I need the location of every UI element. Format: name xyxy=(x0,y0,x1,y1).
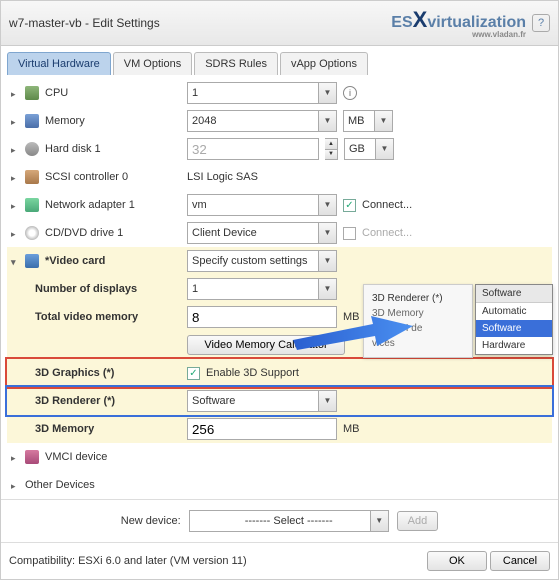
row-cddvd: CD/DVD drive 1 Client Device▼ ✓ Connect.… xyxy=(7,219,552,247)
video-memory-calculator-button[interactable]: Video Memory Calculator xyxy=(187,335,345,355)
cpu-icon xyxy=(25,86,39,100)
memory-icon xyxy=(25,114,39,128)
network-select[interactable]: vm▼ xyxy=(187,194,337,216)
row-scsi: SCSI controller 0 LSI Logic SAS xyxy=(7,163,552,191)
tab-vapp-options[interactable]: vApp Options xyxy=(280,52,368,75)
collapse-icon[interactable] xyxy=(11,256,21,266)
cd-select[interactable]: Client Device▼ xyxy=(187,222,337,244)
memory-3d-input[interactable] xyxy=(187,418,337,440)
add-button[interactable]: Add xyxy=(397,511,439,531)
tab-bar: Virtual Hardware VM Options SDRS Rules v… xyxy=(1,46,558,75)
row-3d-memory: 3D Memory MB xyxy=(7,415,552,443)
row-total-video-memory: Total video memory MB xyxy=(7,303,552,331)
hdd-spinner[interactable]: ▲▼ xyxy=(325,138,338,160)
enable-3d-checkbox[interactable]: ✓ xyxy=(187,367,200,380)
compatibility-label: Compatibility: ESXi 6.0 and later (VM ve… xyxy=(9,555,247,567)
cancel-button[interactable]: Cancel xyxy=(490,551,550,571)
hdd-size-input[interactable] xyxy=(187,138,319,160)
row-harddisk: Hard disk 1 ▲▼ GB▼ xyxy=(7,135,552,163)
row-network: Network adapter 1 vm▼ ✓ Connect... xyxy=(7,191,552,219)
tab-vm-options[interactable]: VM Options xyxy=(113,52,192,75)
row-other-devices: Other Devices xyxy=(7,471,552,491)
row-cpu: CPU 1▼ i xyxy=(7,79,552,107)
row-vmci: VMCI device xyxy=(7,443,552,471)
expand-icon[interactable] xyxy=(11,144,21,154)
disk-icon xyxy=(25,142,39,156)
row-video-calc: Video Memory Calculator xyxy=(7,331,552,359)
tab-virtual-hardware[interactable]: Virtual Hardware xyxy=(7,52,111,75)
renderer-select[interactable]: Software▼ xyxy=(187,390,337,412)
cd-connect-label: Connect... xyxy=(362,227,412,239)
row-3d-graphics: 3D Graphics (*) ✓ Enable 3D Support xyxy=(7,359,552,387)
memory-input[interactable]: 2048▼ xyxy=(187,110,337,132)
ok-button[interactable]: OK xyxy=(427,551,487,571)
memory-unit[interactable]: MB▼ xyxy=(343,110,393,132)
net-connect-label: Connect... xyxy=(362,199,412,211)
scsi-value: LSI Logic SAS xyxy=(187,171,258,183)
expand-icon[interactable] xyxy=(11,480,21,490)
vmci-icon xyxy=(25,450,39,464)
video-settings-select[interactable]: Specify custom settings▼ xyxy=(187,250,337,272)
network-icon xyxy=(25,198,39,212)
hardware-list: CPU 1▼ i Memory 2048▼ MB▼ Hard disk 1 xyxy=(1,75,558,491)
row-3d-renderer: 3D Renderer (*) Software▼ xyxy=(7,387,552,415)
cd-connect-checkbox: ✓ xyxy=(343,227,356,240)
expand-icon[interactable] xyxy=(11,172,21,182)
row-memory: Memory 2048▼ MB▼ xyxy=(7,107,552,135)
expand-icon[interactable] xyxy=(11,200,21,210)
window-title: w7-master-vb - Edit Settings xyxy=(9,16,160,30)
cd-icon xyxy=(25,226,39,240)
cpu-select[interactable]: 1▼ xyxy=(187,82,337,104)
video-icon xyxy=(25,254,39,268)
titlebar: w7-master-vb - Edit Settings ESXvirtuali… xyxy=(1,1,558,46)
video-memory-input[interactable] xyxy=(187,306,337,328)
new-device-label: New device: xyxy=(121,515,181,527)
hdd-unit[interactable]: GB▼ xyxy=(344,138,394,160)
new-device-bar: New device: ------- Select -------▼ Add xyxy=(1,499,558,542)
expand-icon[interactable] xyxy=(11,88,21,98)
footer: Compatibility: ESXi 6.0 and later (VM ve… xyxy=(1,542,558,579)
expand-icon[interactable] xyxy=(11,452,21,462)
info-icon[interactable]: i xyxy=(343,86,357,100)
logo: ESXvirtualization www.vladan.fr xyxy=(391,7,526,39)
scsi-icon xyxy=(25,170,39,184)
new-device-select[interactable]: ------- Select -------▼ xyxy=(189,510,389,532)
enable-3d-label: Enable 3D Support xyxy=(206,367,299,379)
num-displays-select[interactable]: 1▼ xyxy=(187,278,337,300)
tab-sdrs-rules[interactable]: SDRS Rules xyxy=(194,52,278,75)
row-video-card: *Video card Specify custom settings▼ xyxy=(7,247,552,275)
expand-icon[interactable] xyxy=(11,116,21,126)
help-icon[interactable]: ? xyxy=(532,14,550,32)
expand-icon[interactable] xyxy=(11,228,21,238)
net-connect-checkbox[interactable]: ✓ xyxy=(343,199,356,212)
row-num-displays: Number of displays 1▼ xyxy=(7,275,552,303)
